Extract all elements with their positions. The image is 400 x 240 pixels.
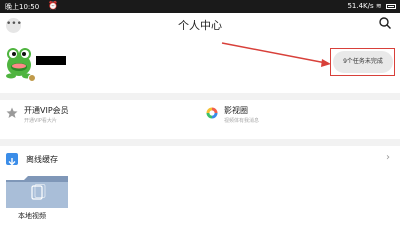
offline-title: 离线缓存 bbox=[26, 155, 58, 164]
offline-cache-row[interactable]: 离线缓存 › bbox=[0, 152, 400, 170]
circle-title: 影视圈 bbox=[224, 106, 248, 115]
divider bbox=[0, 93, 400, 100]
services-row: 开通VIP会员 开通VIP看大片 影视圈 视频体有我消息 bbox=[0, 101, 400, 131]
star-icon bbox=[6, 107, 18, 118]
vip-subtitle: 开通VIP看大片 bbox=[24, 118, 57, 124]
divider bbox=[0, 139, 400, 146]
chevron-right-icon: › bbox=[386, 152, 390, 163]
color-circle-icon bbox=[206, 107, 218, 119]
circle-subtitle: 视频体有我消息 bbox=[224, 118, 260, 124]
circle-service[interactable]: 影视圈 视频体有我消息 bbox=[206, 101, 386, 131]
folder-icon[interactable] bbox=[6, 176, 68, 208]
folder-label: 本地视频 bbox=[18, 212, 46, 220]
vip-service[interactable]: 开通VIP会员 开通VIP看大片 bbox=[6, 101, 186, 131]
download-icon bbox=[6, 153, 18, 166]
vip-title: 开通VIP会员 bbox=[24, 106, 69, 115]
